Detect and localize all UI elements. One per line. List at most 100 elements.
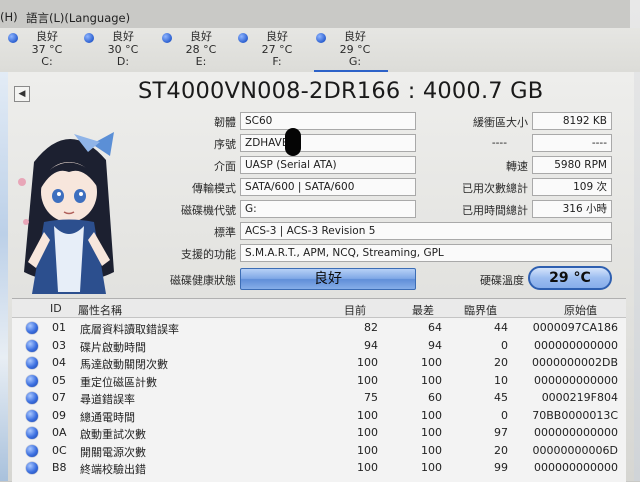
drive-tab-bar: 良好 37 °C C: 良好 30 °C D: 良好 28 °C E: 良好 2… — [0, 28, 640, 72]
health-status-label: 磁碟健康狀態 — [170, 274, 236, 287]
cell-name: 總通電時間 — [80, 410, 135, 424]
cell-current: 82 — [364, 321, 378, 334]
transfer-mode-value: SATA/600 | SATA/600 — [240, 178, 416, 196]
status-dot-icon — [26, 392, 38, 404]
menu-help[interactable]: (H) — [0, 10, 18, 24]
cell-threshold: 20 — [494, 443, 508, 457]
temperature-button[interactable]: 29 °C — [528, 266, 612, 290]
cell-threshold: 20 — [494, 356, 508, 369]
drive-letter: D: — [116, 55, 130, 68]
table-row[interactable]: B8 終端校驗出錯 100 100 99 000000000000 — [12, 459, 626, 476]
cell-current: 100 — [357, 356, 378, 369]
cell-threshold: 0 — [501, 408, 508, 422]
drive-tab-g[interactable]: 良好 29 °C G: — [312, 28, 388, 72]
cell-worst: 94 — [428, 338, 442, 352]
cell-current: 100 — [357, 443, 378, 457]
status-dot-icon — [26, 374, 38, 387]
temperature-label: 硬碟溫度 — [480, 274, 524, 287]
cell-current: 100 — [357, 426, 378, 439]
cell-id: 01 — [52, 321, 66, 334]
disk-title: ST4000VN008-2DR166 : 4000.7 GB — [138, 78, 544, 104]
table-row[interactable]: 01 底層資料讀取錯誤率 82 64 44 0000097CA186 — [12, 319, 626, 336]
power-on-hours-label: 已用時間總計 — [462, 204, 528, 217]
buffer-size-label: 緩衝區大小 — [473, 116, 528, 129]
transfer-mode-label: 傳輸模式 — [192, 182, 236, 195]
drive-tab-e[interactable]: 良好 28 °C E: — [158, 28, 228, 72]
cell-raw: 000000000000 — [534, 426, 618, 439]
cell-id: 03 — [52, 338, 66, 352]
status-dot-icon — [26, 322, 38, 334]
table-row[interactable]: 05 重定位磁區計數 100 100 10 000000000000 — [12, 372, 626, 389]
blank-value-2: ---- — [532, 134, 612, 152]
cell-raw: 70BB0000013C — [532, 408, 618, 422]
smart-attribute-table: ID 屬性名稱 目前 最差 臨界值 原始值 01 底層資料讀取錯誤率 82 64 44 0… — [12, 298, 626, 482]
header-current[interactable]: 目前 — [344, 302, 366, 318]
cell-id: B8 — [52, 461, 67, 474]
header-raw-values[interactable]: 原始值 — [564, 302, 597, 318]
cell-worst: 100 — [421, 443, 442, 457]
cell-name: 底層資料讀取錯誤率 — [80, 323, 179, 336]
buffer-size-value: 8192 KB — [532, 112, 612, 130]
power-on-hours-value: 316 小時 — [532, 200, 612, 218]
cell-current: 94 — [364, 338, 378, 352]
table-row[interactable]: 03 碟片啟動時間 94 94 0 000000000000 — [12, 337, 626, 354]
header-id[interactable]: ID — [50, 302, 62, 315]
cell-current: 100 — [357, 373, 378, 387]
header-threshold[interactable]: 臨界值 — [464, 302, 497, 318]
interface-value: UASP (Serial ATA) — [240, 156, 416, 174]
cell-name: 開關電源次數 — [80, 445, 146, 459]
cell-name: 尋道錯誤率 — [80, 393, 135, 406]
drive-status: 良好 — [36, 30, 58, 43]
cell-threshold: 45 — [494, 391, 508, 404]
status-dot-icon — [26, 409, 38, 422]
cell-name: 啟動重試次數 — [80, 428, 146, 441]
table-row[interactable]: 04 馬達啟動關閉次數 100 100 20 0000000002DB — [12, 354, 626, 371]
standard-label: 標準 — [214, 226, 236, 239]
mascot-illustration — [18, 132, 114, 294]
status-dot-icon — [26, 444, 38, 457]
drive-letter: C: — [41, 55, 53, 68]
cell-name: 終端校驗出錯 — [80, 463, 146, 476]
cell-raw: 0000219F804 — [541, 391, 618, 404]
previous-drive-button[interactable]: ◀ — [14, 86, 30, 102]
cell-raw: 0000000002DB — [531, 356, 618, 369]
cell-worst: 100 — [421, 373, 442, 387]
cell-threshold: 10 — [494, 373, 508, 387]
firmware-value: SC60 — [240, 112, 416, 130]
table-header: ID 屬性名稱 目前 最差 臨界值 原始值 — [12, 299, 626, 318]
header-attribute-name[interactable]: 屬性名稱 — [78, 302, 122, 318]
features-value: S.M.A.R.T., APM, NCQ, Streaming, GPL — [240, 244, 612, 262]
serial-value: ZDHAVE — [240, 134, 416, 152]
drive-letter: F: — [272, 55, 282, 68]
health-dot-icon — [316, 33, 326, 43]
health-dot-icon — [84, 33, 94, 43]
standard-value: ACS-3 | ACS-3 Revision 5 — [240, 222, 612, 240]
cell-current: 75 — [364, 391, 378, 404]
drive-tab-d[interactable]: 良好 30 °C D: — [80, 28, 150, 72]
cell-worst: 100 — [421, 426, 442, 439]
table-row[interactable]: 07 尋道錯誤率 75 60 45 0000219F804 — [12, 389, 626, 406]
health-status-button[interactable]: 良好 — [240, 268, 416, 290]
cell-id: 0A — [52, 426, 67, 439]
menu-language[interactable]: 語言(L)(Language) — [26, 10, 130, 26]
table-row[interactable]: 0C 開關電源次數 100 100 20 00000000006D — [12, 442, 626, 459]
features-label: 支援的功能 — [181, 248, 236, 261]
table-row[interactable]: 0A 啟動重試次數 100 100 97 000000000000 — [12, 424, 626, 441]
drive-tab-c[interactable]: 良好 37 °C C: — [4, 28, 74, 72]
cell-worst: 64 — [428, 321, 442, 334]
health-dot-icon — [8, 33, 18, 43]
cell-raw: 000000000000 — [534, 338, 618, 352]
cell-worst: 100 — [421, 356, 442, 369]
power-on-count-value: 109 次 — [532, 178, 612, 196]
main-panel: ◀ ST4000VN008-2DR166 : 4000.7 GB 韌體 序號 介… — [8, 72, 634, 482]
header-worst[interactable]: 最差 — [412, 302, 434, 318]
redaction-mark — [285, 128, 301, 156]
power-on-count-label: 已用次數總計 — [462, 182, 528, 195]
drive-tab-f[interactable]: 良好 27 °C F: — [234, 28, 304, 72]
status-dot-icon — [26, 462, 38, 474]
table-row[interactable]: 09 總通電時間 100 100 0 70BB0000013C — [12, 407, 626, 424]
cell-threshold: 0 — [501, 338, 508, 352]
drive-letter-label: 磁碟機代號 — [181, 204, 236, 217]
cell-name: 重定位磁區計數 — [80, 375, 157, 389]
status-dot-icon — [26, 339, 38, 352]
